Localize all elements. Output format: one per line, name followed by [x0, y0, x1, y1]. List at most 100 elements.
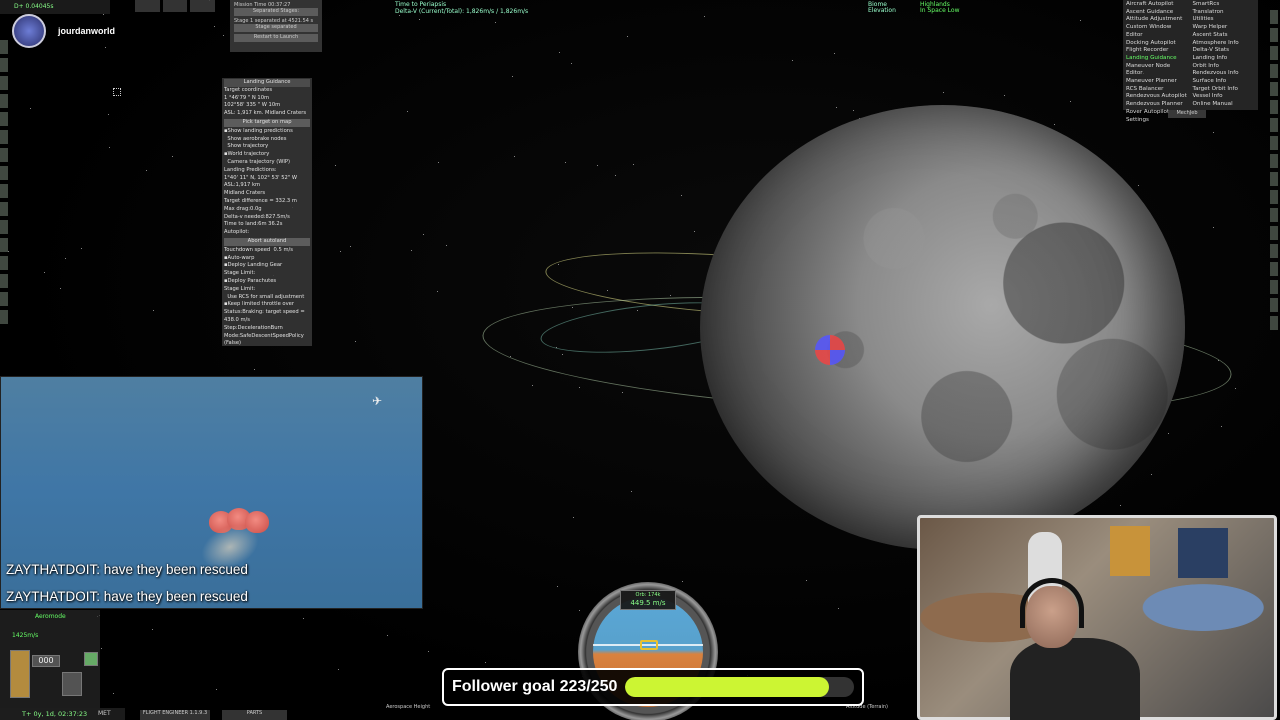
- lon-value[interactable]: 102°58' 335 " W: [224, 102, 267, 108]
- mechjeb-menu-item[interactable]: Rendezvous Planner: [1126, 101, 1189, 109]
- lon-field[interactable]: 102°58' 335 " W 10m: [224, 102, 310, 110]
- mechjeb-menu-item[interactable]: Maneuver Node Editor: [1126, 63, 1189, 78]
- streamer-name: jourdanworld: [58, 26, 115, 36]
- mechjeb-menu-item[interactable]: Atmosphere Info: [1193, 40, 1256, 48]
- mechjeb-menu-item[interactable]: Flight Recorder: [1126, 47, 1189, 55]
- toolbar-button[interactable]: [0, 292, 8, 306]
- option-use-rcs[interactable]: Use RCS for small adjustment: [224, 294, 310, 302]
- toolbar-button[interactable]: [0, 256, 8, 270]
- mechjeb-menu-item[interactable]: Online Manual: [1193, 101, 1256, 109]
- toolbar-button[interactable]: [1270, 46, 1278, 60]
- stage-limit-2[interactable]: Stage Limit:: [224, 286, 310, 294]
- mini-button[interactable]: [162, 0, 188, 12]
- option-auto-warp[interactable]: ▪Auto-warp: [224, 255, 310, 263]
- mechjeb-menu-item[interactable]: Delta-V Stats: [1193, 47, 1256, 55]
- toolbar-button[interactable]: [1270, 82, 1278, 96]
- mechjeb-menu-item[interactable]: Target Orbit Info: [1193, 86, 1256, 94]
- toolbar-button[interactable]: [1270, 208, 1278, 222]
- toolbar-button[interactable]: [0, 112, 8, 126]
- mechjeb-menu-item[interactable]: Docking Autopilot: [1126, 40, 1189, 48]
- option-aerobrake-nodes[interactable]: Show aerobrake nodes: [224, 136, 310, 144]
- mechjeb-menu-item[interactable]: Surface Info: [1193, 78, 1256, 86]
- toolbar-button[interactable]: [1270, 28, 1278, 42]
- toolbar-button[interactable]: [0, 220, 8, 234]
- toolbar-button[interactable]: [1270, 190, 1278, 204]
- toolbar-button[interactable]: [0, 94, 8, 108]
- toolbar-button[interactable]: [1270, 64, 1278, 78]
- option-deploy-chutes[interactable]: ▪Deploy Parachutes: [224, 278, 310, 286]
- toolbar-button[interactable]: [0, 76, 8, 90]
- toolbar-button[interactable]: [1270, 244, 1278, 258]
- mechjeb-menu-item[interactable]: Translatron: [1193, 9, 1256, 17]
- mechjeb-menu-item[interactable]: Ascent Guidance: [1126, 9, 1189, 17]
- option-camera-trajectory[interactable]: Camera trajectory (WIP): [224, 159, 310, 167]
- mechjeb-menu-item[interactable]: Vessel Info: [1193, 93, 1256, 101]
- toolbar-button[interactable]: [1270, 100, 1278, 114]
- toolbar-button[interactable]: [0, 202, 8, 216]
- game-viewport[interactable]: D+ 0.04045s jourdanworld Mission Time 00…: [0, 0, 1280, 720]
- toolbar-button[interactable]: [0, 148, 8, 162]
- option-deploy-gear[interactable]: ▪Deploy Landing Gear: [224, 262, 310, 270]
- mechjeb-menu-item[interactable]: Landing Info: [1193, 55, 1256, 63]
- mini-button[interactable]: [135, 0, 160, 12]
- mechjeb-menu-item[interactable]: Aircraft Autopilot: [1126, 1, 1189, 9]
- toolbar-button[interactable]: [1270, 298, 1278, 312]
- option-keep-throttle[interactable]: ▪Keep limited throttle over: [224, 301, 310, 309]
- toolbar-button[interactable]: [1270, 262, 1278, 276]
- mechjeb-tab[interactable]: MechJeb: [1168, 110, 1206, 118]
- mechjeb-menu-item[interactable]: Orbit Info: [1193, 63, 1256, 71]
- bottom-tab[interactable]: PARTS: [222, 710, 287, 720]
- mechjeb-menu-item[interactable]: Maneuver Planner: [1126, 78, 1189, 86]
- pick-target-button[interactable]: Pick target on map: [224, 118, 310, 127]
- navball[interactable]: Orb: 174k 449.5 m/s: [578, 582, 718, 720]
- toolbar-button[interactable]: [1270, 154, 1278, 168]
- toolbar-button[interactable]: [0, 40, 8, 54]
- bottom-tab[interactable]: FLIGHT ENGINEER 1.1.9.3: [140, 710, 210, 720]
- toolbar-button[interactable]: [0, 310, 8, 324]
- toolbar-button[interactable]: [1270, 136, 1278, 150]
- follower-goal-widget: Follower goal 223/250: [442, 668, 864, 706]
- lat-field[interactable]: 1 °46'79 " N 10m: [224, 95, 310, 103]
- toolbar-button[interactable]: [1270, 226, 1278, 240]
- navball-readout[interactable]: Orb: 174k 449.5 m/s: [620, 590, 676, 610]
- star: [1120, 505, 1121, 506]
- toolbar-button[interactable]: [1270, 10, 1278, 24]
- stage-button[interactable]: [62, 672, 82, 696]
- mechjeb-menu-item[interactable]: Attitude Adjustment: [1126, 16, 1189, 24]
- option-world-trajectory[interactable]: ▪World trajectory: [224, 151, 310, 159]
- toolbar-button[interactable]: [0, 166, 8, 180]
- mechjeb-menu-item[interactable]: Landing Guidance: [1126, 55, 1189, 63]
- toolbar-button[interactable]: [0, 184, 8, 198]
- toolbar-button[interactable]: [1270, 316, 1278, 330]
- stage-button[interactable]: [84, 652, 98, 666]
- stage-icon[interactable]: [10, 650, 30, 698]
- option-show-trajectory[interactable]: Show trajectory: [224, 143, 310, 151]
- restart-button[interactable]: Restart to Launch: [234, 34, 318, 42]
- lon-step[interactable]: 10m: [269, 102, 281, 108]
- toolbar-button[interactable]: [0, 274, 8, 288]
- panel-title[interactable]: Landing Guidance: [224, 79, 310, 87]
- toolbar-button[interactable]: [0, 238, 8, 252]
- mechjeb-menu-item[interactable]: Custom Window Editor: [1126, 24, 1189, 39]
- staging-row[interactable]: Stage separated: [234, 24, 318, 32]
- star: [836, 107, 837, 108]
- mechjeb-menu-item[interactable]: Utilities: [1193, 16, 1256, 24]
- mechjeb-menu-item[interactable]: Rendezvous Info: [1193, 70, 1256, 78]
- mechjeb-menu-item[interactable]: SmartRcs: [1193, 1, 1256, 9]
- mechjeb-menu-item[interactable]: Rendezvous Autopilot: [1126, 93, 1189, 101]
- touchdown-input[interactable]: 0.5: [274, 247, 282, 253]
- mechjeb-menu-item[interactable]: RCS Balancer: [1126, 86, 1189, 94]
- toolbar-button[interactable]: [0, 58, 8, 72]
- toolbar-button[interactable]: [1270, 280, 1278, 294]
- lat-step[interactable]: 10m: [257, 95, 269, 101]
- mechjeb-menu-item[interactable]: Ascent Stats: [1193, 32, 1256, 40]
- option-landing-predictions[interactable]: ▪Show landing predictions: [224, 128, 310, 136]
- abort-autoland-button[interactable]: Abort autoland: [224, 237, 310, 246]
- toolbar-button[interactable]: [1270, 172, 1278, 186]
- toolbar-button[interactable]: [0, 130, 8, 144]
- mechjeb-menu-item[interactable]: Warp Helper: [1193, 24, 1256, 32]
- lat-value[interactable]: 1 °46'79 " N: [224, 95, 256, 101]
- toolbar-button[interactable]: [1270, 118, 1278, 132]
- mini-button[interactable]: [190, 0, 216, 12]
- stage-limit-1[interactable]: Stage Limit:: [224, 270, 310, 278]
